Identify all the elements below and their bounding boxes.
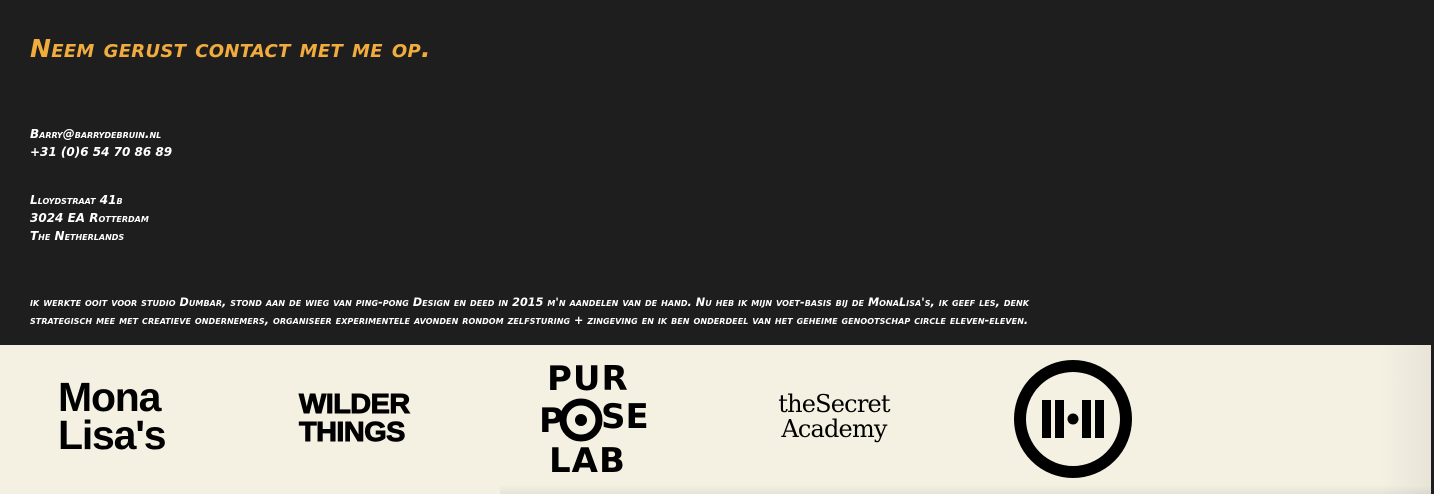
secret-academy-logo[interactable]: theSecret Academy bbox=[772, 392, 896, 442]
address-block: Lloydstraat 41b 3024 EA Rotterdam The Ne… bbox=[30, 191, 149, 245]
address-street: Lloydstraat 41b bbox=[30, 193, 123, 207]
purpose-lab-logo[interactable]: PUR P SE LAB bbox=[539, 356, 659, 478]
contact-heading: Neem gerust contact met me op. bbox=[30, 34, 431, 63]
secret-logo-line-1: theSecret bbox=[778, 390, 890, 418]
logo-strip bbox=[0, 345, 1431, 494]
bio-line-2: strategisch mee met creatieve ondernemer… bbox=[30, 314, 1029, 327]
bio-text: ik werkte ooit voor studio Dumbar, stond… bbox=[30, 294, 1410, 330]
mona-logo-line-1: Mona bbox=[58, 374, 161, 420]
secret-logo-line-2: Academy bbox=[781, 415, 887, 443]
bio-line-1: ik werkte ooit voor studio Dumbar, stond… bbox=[30, 296, 1030, 309]
contact-details: Barry@barrydebruin.nl +31 (0)6 54 70 86 … bbox=[30, 125, 172, 161]
wilder-things-logo[interactable]: WILDER THINGS bbox=[298, 388, 410, 447]
wilder-logo-line-1: WILDER bbox=[298, 388, 410, 419]
purpose-logo-pur: PUR bbox=[547, 359, 629, 399]
contact-section: Neem gerust contact met me op. Barry@bar… bbox=[0, 0, 1434, 345]
circle-eleven-eleven-logo[interactable] bbox=[1012, 358, 1134, 480]
mona-lisas-logo[interactable]: Mona Lisa's bbox=[58, 374, 167, 458]
purpose-logo-lab: LAB bbox=[549, 441, 626, 478]
purpose-logo-se: SE bbox=[601, 397, 649, 437]
phone-link[interactable]: +31 (0)6 54 70 86 89 bbox=[30, 143, 172, 161]
address-country: The Netherlands bbox=[30, 229, 125, 243]
email-link[interactable]: Barry@barrydebruin.nl bbox=[30, 125, 172, 143]
address-city: 3024 EA Rotterdam bbox=[30, 211, 149, 225]
wilder-logo-line-2: THINGS bbox=[298, 416, 405, 447]
mona-logo-line-2: Lisa's bbox=[58, 412, 167, 458]
